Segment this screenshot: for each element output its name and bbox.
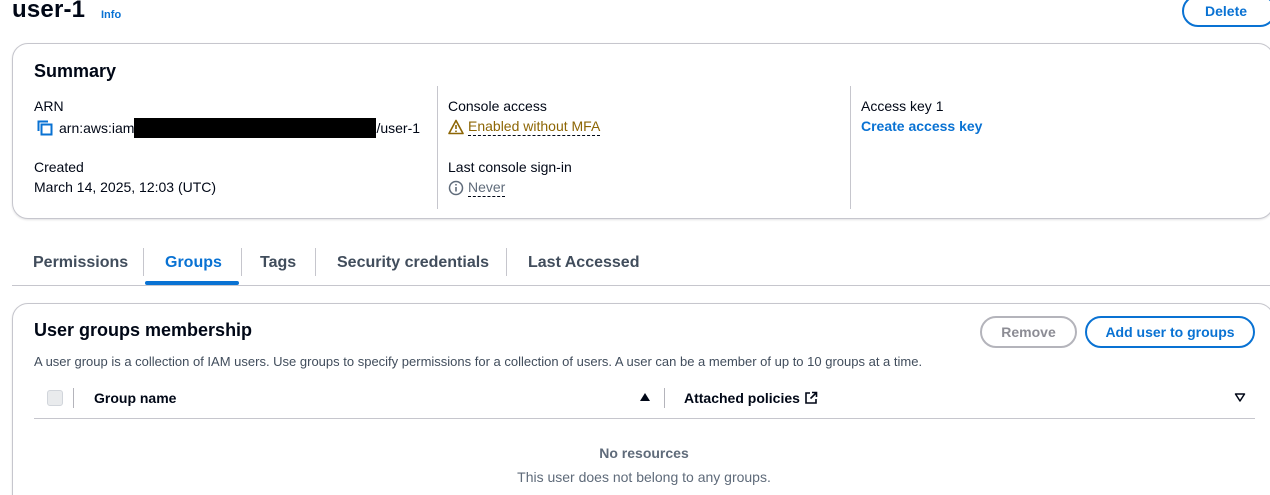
tab-groups[interactable]: Groups (165, 240, 222, 285)
created-value: March 14, 2025, 12:03 (UTC) (34, 179, 217, 195)
page-title: user-1 (12, 0, 86, 23)
user-groups-card: User groups membership Remove Add user t… (12, 303, 1270, 495)
tab-security-credentials[interactable]: Security credentials (337, 240, 489, 285)
column-separator (664, 388, 665, 408)
arn-prefix: arn:aws:iam (59, 120, 135, 136)
column-header-attached-policies[interactable]: Attached policies (684, 390, 818, 406)
warning-icon (448, 119, 464, 135)
copy-icon[interactable] (37, 120, 53, 136)
create-access-key-link[interactable]: Create access key (861, 118, 982, 134)
column-divider (437, 86, 438, 209)
remove-button[interactable]: Remove (980, 316, 1077, 348)
created-label: Created (34, 159, 84, 175)
tab-separator (241, 248, 242, 276)
groups-description: A user group is a collection of IAM user… (34, 354, 923, 369)
tab-separator (143, 248, 144, 276)
summary-card: Summary ARN arn:aws:iam/user-1 Created M… (12, 43, 1270, 219)
active-tab-indicator (145, 281, 239, 285)
add-user-to-groups-button[interactable]: Add user to groups (1085, 316, 1255, 348)
column-separator (73, 388, 74, 408)
page-header: user-1 Info Delete (12, 0, 1270, 36)
external-link-icon (805, 391, 818, 404)
column-header-group-name[interactable]: Group name (94, 390, 176, 406)
console-access-value: Enabled without MFA (468, 118, 601, 136)
tab-tags[interactable]: Tags (260, 240, 296, 285)
tab-permissions[interactable]: Permissions (33, 240, 128, 285)
access-key-label: Access key 1 (861, 98, 944, 114)
arn-suffix: /user-1 (376, 120, 421, 136)
arn-value: arn:aws:iam/user-1 (37, 118, 420, 138)
info-link[interactable]: Info (101, 9, 121, 21)
table-header: Group name Attached policies (34, 382, 1255, 419)
groups-title: User groups membership (34, 320, 253, 340)
console-access-label: Console access (448, 98, 547, 114)
empty-state-description: This user does not belong to any groups. (517, 469, 771, 485)
attached-policies-label: Attached policies (684, 390, 800, 406)
sort-ascending-icon[interactable] (639, 391, 651, 403)
delete-button[interactable]: Delete (1182, 0, 1270, 27)
tab-bar: Permissions Groups Tags Security credent… (12, 240, 1270, 286)
arn-label: ARN (34, 98, 64, 114)
column-divider (850, 86, 851, 209)
summary-title: Summary (34, 61, 117, 81)
last-signin-value: Never (468, 179, 506, 197)
select-all-checkbox[interactable] (47, 390, 63, 406)
sort-descending-icon[interactable] (1234, 391, 1246, 403)
console-access-status[interactable]: Enabled without MFA (448, 118, 601, 136)
redacted-block (134, 118, 377, 138)
info-circle-icon (448, 180, 464, 196)
tab-separator (315, 248, 316, 276)
tab-separator (506, 248, 507, 276)
iam-user-details-page: user-1 Info Delete Summary ARN arn:aws:i… (0, 0, 1270, 495)
tab-last-accessed[interactable]: Last Accessed (528, 240, 639, 285)
empty-state-title: No resources (599, 445, 689, 461)
last-signin-label: Last console sign-in (448, 159, 572, 175)
last-signin-status[interactable]: Never (448, 179, 506, 197)
